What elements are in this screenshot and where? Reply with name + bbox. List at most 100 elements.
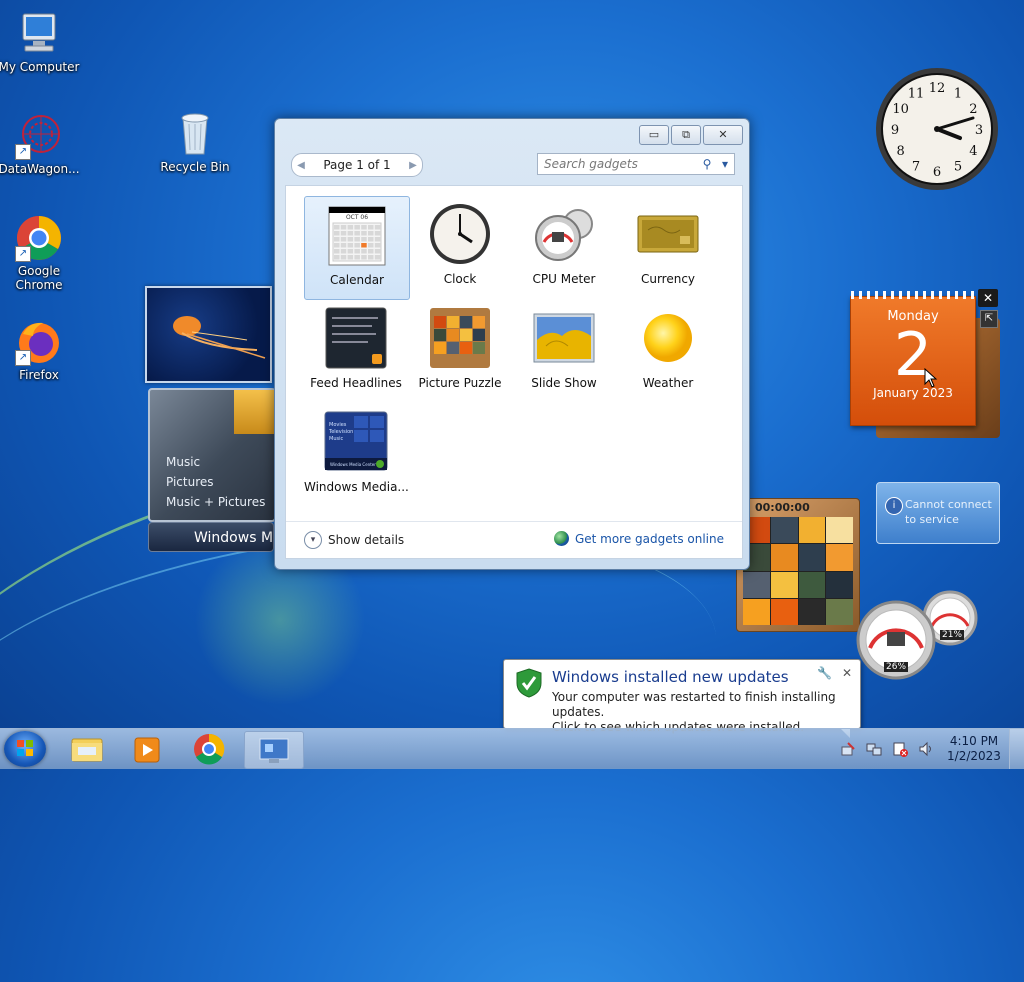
calendar-thumb-cell bbox=[354, 231, 360, 236]
restore-button[interactable]: ⧉ bbox=[671, 125, 701, 145]
taskbar-clock[interactable]: 4:10 PM 1/2/2023 bbox=[939, 734, 1009, 764]
desktop-icon-datawagon[interactable]: ↗ DataWagon... bbox=[0, 112, 84, 176]
media-menu-item[interactable]: Pictures bbox=[166, 472, 265, 492]
firefox-icon: ↗ bbox=[15, 318, 63, 366]
shortcut-arrow-icon: ↗ bbox=[15, 144, 31, 160]
calendar-thumb-cell bbox=[340, 225, 347, 230]
gadget-tile-windows-media-center[interactable]: Movies Television Music Windows Media Cente… bbox=[304, 404, 409, 506]
weather-icon bbox=[636, 306, 700, 370]
calendar-thumb-cell bbox=[347, 225, 354, 230]
cpu-meter-gadget[interactable]: 26% 21% bbox=[856, 588, 980, 682]
taskbar-chrome[interactable] bbox=[180, 731, 238, 767]
gadget-name: CPU Meter bbox=[532, 272, 596, 286]
gadget-name: Currency bbox=[640, 272, 696, 286]
clock-numeral: 2 bbox=[969, 102, 977, 117]
gadget-gallery-window[interactable]: ▭ ⧉ ✕ ◀ Page 1 of 1 ▶ Search gadgets ⚲ ▾… bbox=[274, 118, 750, 570]
media-thumb-line-1: Television bbox=[328, 429, 353, 435]
gadget-size-icon[interactable]: ⇱ bbox=[980, 310, 998, 328]
gadget-tile-cpu-meter[interactable]: CPU Meter bbox=[512, 196, 616, 298]
taskbar-gadgets[interactable] bbox=[244, 731, 304, 769]
clock-numeral: 9 bbox=[891, 123, 899, 138]
desktop-icon-label: Firefox bbox=[19, 368, 59, 382]
globe-icon bbox=[553, 531, 569, 546]
show-details-toggle[interactable]: ▾ Show details bbox=[304, 531, 404, 549]
calendar-thumb-cell bbox=[354, 237, 360, 242]
clock-numeral: 11 bbox=[908, 87, 925, 102]
gadget-tile-weather[interactable]: Weather bbox=[616, 300, 720, 402]
calendar-thumb-cell bbox=[368, 231, 374, 236]
media-center-title[interactable]: Windows Me bbox=[148, 522, 274, 552]
show-details-label: Show details bbox=[328, 533, 405, 547]
search-input[interactable]: Search gadgets bbox=[538, 157, 698, 171]
gadget-name: Clock bbox=[443, 272, 477, 286]
gadget-name: Slide Show bbox=[531, 376, 597, 390]
chevron-down-icon[interactable]: ▾ bbox=[716, 157, 734, 171]
weather-message: Cannot connect to service bbox=[905, 498, 992, 526]
calendar-thumb-cell bbox=[340, 231, 347, 236]
clock-gadget[interactable]: 12 1 2 3 4 5 6 7 8 9 10 11 bbox=[874, 66, 1000, 192]
media-thumb-line-2: Music bbox=[329, 436, 343, 442]
options-wrench-icon[interactable]: 🔧 bbox=[817, 666, 832, 680]
taskbar-explorer[interactable] bbox=[58, 731, 116, 767]
gallery-toolbar: ◀ Page 1 of 1 ▶ Search gadgets ⚲ ▾ bbox=[285, 149, 739, 181]
chrome-icon: ↗ bbox=[15, 214, 63, 262]
volume-icon[interactable] bbox=[918, 741, 934, 757]
gadget-tile-picture-puzzle[interactable]: Picture Puzzle bbox=[408, 300, 512, 402]
weather-gadget[interactable]: i Cannot connect to service bbox=[876, 482, 1000, 544]
clock-icon bbox=[428, 202, 492, 266]
puzzle-grid[interactable] bbox=[743, 517, 853, 625]
desktop-icon-recycle-bin[interactable]: Recycle Bin bbox=[150, 110, 240, 174]
network-icon[interactable] bbox=[866, 741, 882, 757]
puzzle-icon bbox=[428, 306, 492, 370]
show-desktop-button[interactable] bbox=[1009, 729, 1024, 769]
desktop-icon-my-computer[interactable]: My Computer bbox=[0, 10, 84, 74]
update-notification[interactable]: Windows installed new updates Your compu… bbox=[503, 659, 861, 734]
jellyfish-image bbox=[173, 316, 266, 359]
notification-title: Windows installed new updates bbox=[552, 668, 789, 686]
recycle-bin-icon bbox=[171, 110, 219, 158]
calendar-thumb-cell bbox=[334, 231, 340, 236]
window-controls: ▭ ⧉ ✕ bbox=[639, 125, 743, 145]
analog-clock-face: 12 12 3 45678 9 1011 bbox=[876, 68, 998, 190]
desktop-icon-google-chrome[interactable]: ↗ Google Chrome bbox=[0, 214, 84, 292]
calendar-thumb-cell bbox=[374, 225, 381, 230]
calendar-gadget[interactable]: Monday 2 January 2023 bbox=[850, 291, 976, 426]
previous-page-button[interactable]: ◀ bbox=[292, 160, 310, 171]
slideshow-gadget[interactable] bbox=[145, 286, 272, 383]
start-button[interactable] bbox=[4, 731, 46, 767]
desktop-icon-label: Google Chrome bbox=[15, 264, 63, 292]
search-icon[interactable]: ⚲ bbox=[698, 157, 716, 171]
media-center-icon: Movies Television Music Windows Media Cente… bbox=[324, 410, 388, 474]
calendar-thumb-cell bbox=[361, 249, 367, 254]
gadget-tile-feed-headlines[interactable]: Feed Headlines bbox=[304, 300, 408, 402]
gadget-tile-clock[interactable]: Clock bbox=[408, 196, 512, 298]
media-menu-item[interactable]: Music bbox=[166, 452, 265, 472]
minimize-button[interactable]: ▭ bbox=[639, 125, 669, 145]
gadget-tile-currency[interactable]: Currency bbox=[616, 196, 720, 298]
gadget-tile-slide-show[interactable]: Slide Show bbox=[512, 300, 616, 402]
calendar-thumb-cell bbox=[334, 255, 340, 260]
next-page-button[interactable]: ▶ bbox=[404, 160, 422, 171]
desktop-icon-firefox[interactable]: ↗ Firefox bbox=[0, 318, 84, 382]
close-icon[interactable]: ✕ bbox=[842, 666, 852, 680]
network-warning-icon[interactable] bbox=[892, 741, 908, 757]
gadget-tile-calendar[interactable]: OCT 06 Calendar bbox=[304, 196, 410, 300]
folder-icon bbox=[71, 738, 103, 762]
clock-numeral: 5 bbox=[954, 159, 962, 174]
calendar-day: 2 bbox=[893, 320, 933, 390]
close-button[interactable]: ✕ bbox=[703, 125, 743, 145]
action-center-icon[interactable] bbox=[840, 741, 856, 757]
gadget-close-button[interactable]: ✕ bbox=[978, 289, 998, 307]
page-navigator: ◀ Page 1 of 1 ▶ bbox=[291, 153, 423, 177]
media-player-icon bbox=[134, 737, 160, 763]
search-box[interactable]: Search gadgets ⚲ ▾ bbox=[537, 153, 735, 175]
calendar-thumb-cell bbox=[368, 255, 374, 260]
picture-puzzle-gadget[interactable]: 00:00:00 bbox=[736, 498, 860, 632]
get-more-gadgets-link[interactable]: Get more gadgets online bbox=[553, 531, 724, 546]
clock-numeral: 8 bbox=[896, 144, 904, 159]
media-center-gadget[interactable]: Music Pictures Music + Pictures bbox=[148, 388, 276, 522]
taskbar-media-player[interactable] bbox=[118, 731, 176, 767]
calendar-thumb-cell bbox=[354, 255, 360, 260]
media-menu-item[interactable]: Music + Pictures bbox=[166, 492, 265, 512]
calendar-thumb-cell bbox=[340, 255, 347, 260]
